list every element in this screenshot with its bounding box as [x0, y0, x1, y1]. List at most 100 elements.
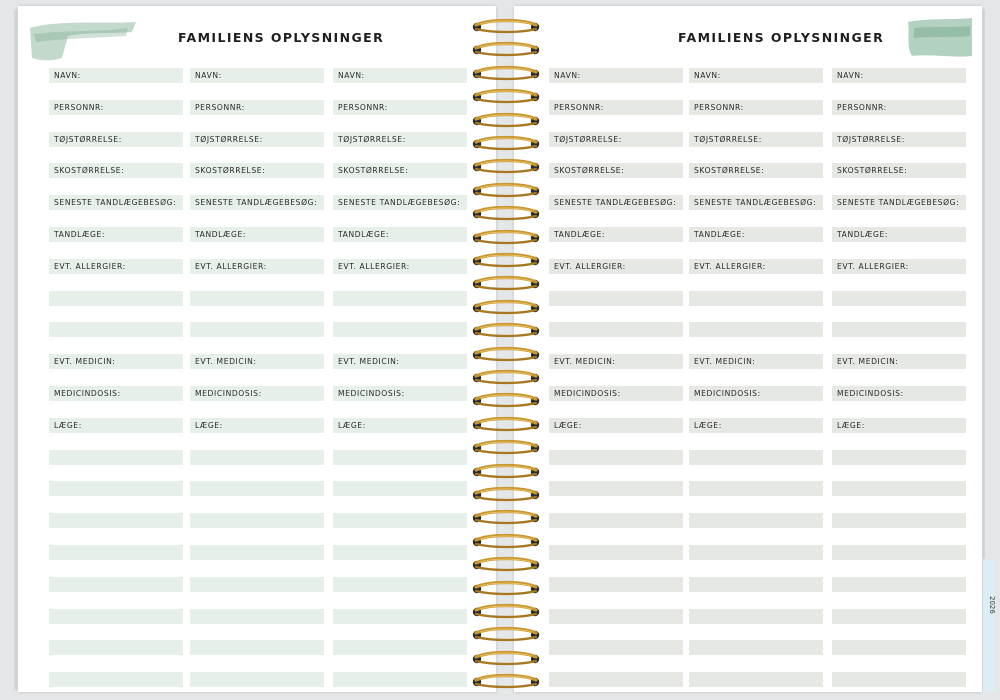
- form-field[interactable]: LÆGE:: [832, 417, 966, 433]
- form-field[interactable]: [49, 672, 183, 688]
- form-field[interactable]: EVT. MEDICIN:: [549, 354, 683, 370]
- form-field[interactable]: SKOSTØRRELSE:: [333, 163, 467, 179]
- form-field[interactable]: EVT. MEDICIN:: [190, 354, 324, 370]
- form-field[interactable]: TØJSTØRRELSE:: [333, 131, 467, 147]
- form-field[interactable]: EVT. ALLERGIER:: [689, 258, 823, 274]
- form-field[interactable]: EVT. MEDICIN:: [832, 354, 966, 370]
- form-field[interactable]: [333, 608, 467, 624]
- form-field[interactable]: [333, 545, 467, 560]
- form-field[interactable]: PERSONNR:: [832, 99, 966, 115]
- form-field[interactable]: [333, 576, 467, 592]
- form-field[interactable]: [333, 481, 467, 497]
- form-field[interactable]: [190, 672, 324, 688]
- form-field[interactable]: MEDICINDOSIS:: [832, 386, 966, 401]
- form-field[interactable]: NAVN:: [49, 68, 183, 83]
- form-field[interactable]: [190, 481, 324, 497]
- form-field[interactable]: [832, 290, 966, 306]
- form-field[interactable]: TØJSTØRRELSE:: [549, 131, 683, 147]
- form-field[interactable]: [832, 481, 966, 497]
- form-field[interactable]: SKOSTØRRELSE:: [190, 163, 324, 179]
- form-field[interactable]: TANDLÆGE:: [333, 227, 467, 242]
- form-field[interactable]: [832, 449, 966, 465]
- form-field[interactable]: [190, 290, 324, 306]
- form-field[interactable]: [190, 449, 324, 465]
- form-field[interactable]: TANDLÆGE:: [689, 227, 823, 242]
- form-field[interactable]: SENESTE TANDLÆGEBESØG:: [190, 195, 324, 211]
- form-field[interactable]: SENESTE TANDLÆGEBESØG:: [333, 195, 467, 211]
- form-field[interactable]: MEDICINDOSIS:: [190, 386, 324, 401]
- form-field[interactable]: [832, 322, 966, 338]
- form-field[interactable]: SKOSTØRRELSE:: [689, 163, 823, 179]
- form-field[interactable]: MEDICINDOSIS:: [689, 386, 823, 401]
- form-field[interactable]: NAVN:: [333, 68, 467, 83]
- form-field[interactable]: [832, 640, 966, 656]
- form-field[interactable]: [549, 513, 683, 529]
- form-field[interactable]: MEDICINDOSIS:: [549, 386, 683, 401]
- form-field[interactable]: TANDLÆGE:: [832, 227, 966, 242]
- form-field[interactable]: EVT. ALLERGIER:: [832, 258, 966, 274]
- form-field[interactable]: [549, 576, 683, 592]
- form-field[interactable]: [333, 290, 467, 306]
- form-field[interactable]: [689, 513, 823, 529]
- form-field[interactable]: EVT. ALLERGIER:: [49, 258, 183, 274]
- form-field[interactable]: [549, 322, 683, 338]
- form-field[interactable]: [49, 481, 183, 497]
- form-field[interactable]: [549, 449, 683, 465]
- form-field[interactable]: [333, 640, 467, 656]
- form-field[interactable]: SENESTE TANDLÆGEBESØG:: [689, 195, 823, 211]
- form-field[interactable]: PERSONNR:: [49, 99, 183, 115]
- form-field[interactable]: [49, 322, 183, 338]
- form-field[interactable]: [49, 513, 183, 529]
- form-field[interactable]: [689, 322, 823, 338]
- form-field[interactable]: TØJSTØRRELSE:: [832, 131, 966, 147]
- form-field[interactable]: [49, 290, 183, 306]
- form-field[interactable]: [549, 608, 683, 624]
- form-field[interactable]: [190, 576, 324, 592]
- form-field[interactable]: MEDICINDOSIS:: [49, 386, 183, 401]
- form-field[interactable]: [49, 449, 183, 465]
- form-field[interactable]: [689, 640, 823, 656]
- form-field[interactable]: LÆGE:: [689, 417, 823, 433]
- form-field[interactable]: [49, 608, 183, 624]
- form-field[interactable]: TANDLÆGE:: [190, 227, 324, 242]
- form-field[interactable]: EVT. MEDICIN:: [49, 354, 183, 370]
- form-field[interactable]: EVT. MEDICIN:: [333, 354, 467, 370]
- form-field[interactable]: SKOSTØRRELSE:: [549, 163, 683, 179]
- form-field[interactable]: EVT. ALLERGIER:: [333, 258, 467, 274]
- form-field[interactable]: [689, 576, 823, 592]
- form-field[interactable]: [549, 640, 683, 656]
- form-field[interactable]: TØJSTØRRELSE:: [49, 131, 183, 147]
- form-field[interactable]: [832, 608, 966, 624]
- form-field[interactable]: [689, 481, 823, 497]
- form-field[interactable]: [190, 640, 324, 656]
- form-field[interactable]: [689, 290, 823, 306]
- form-field[interactable]: EVT. ALLERGIER:: [549, 258, 683, 274]
- form-field[interactable]: [333, 449, 467, 465]
- form-field[interactable]: [49, 545, 183, 560]
- form-field[interactable]: EVT. MEDICIN:: [689, 354, 823, 370]
- form-field[interactable]: PERSONNR:: [689, 99, 823, 115]
- form-field[interactable]: [549, 290, 683, 306]
- form-field[interactable]: SENESTE TANDLÆGEBESØG:: [49, 195, 183, 211]
- form-field[interactable]: TØJSTØRRELSE:: [190, 131, 324, 147]
- form-field[interactable]: [832, 545, 966, 560]
- form-field[interactable]: LÆGE:: [190, 417, 324, 433]
- form-field[interactable]: [333, 672, 467, 688]
- form-field[interactable]: NAVN:: [190, 68, 324, 83]
- form-field[interactable]: [549, 672, 683, 688]
- form-field[interactable]: [190, 322, 324, 338]
- form-field[interactable]: LÆGE:: [49, 417, 183, 433]
- form-field[interactable]: [689, 672, 823, 688]
- form-field[interactable]: EVT. ALLERGIER:: [190, 258, 324, 274]
- form-field[interactable]: [49, 640, 183, 656]
- form-field[interactable]: [190, 545, 324, 560]
- form-field[interactable]: [832, 672, 966, 688]
- form-field[interactable]: PERSONNR:: [549, 99, 683, 115]
- form-field[interactable]: [832, 576, 966, 592]
- form-field[interactable]: TØJSTØRRELSE:: [689, 131, 823, 147]
- year-tab[interactable]: [983, 560, 995, 692]
- form-field[interactable]: NAVN:: [549, 68, 683, 83]
- form-field[interactable]: TANDLÆGE:: [549, 227, 683, 242]
- form-field[interactable]: [549, 481, 683, 497]
- form-field[interactable]: [333, 513, 467, 529]
